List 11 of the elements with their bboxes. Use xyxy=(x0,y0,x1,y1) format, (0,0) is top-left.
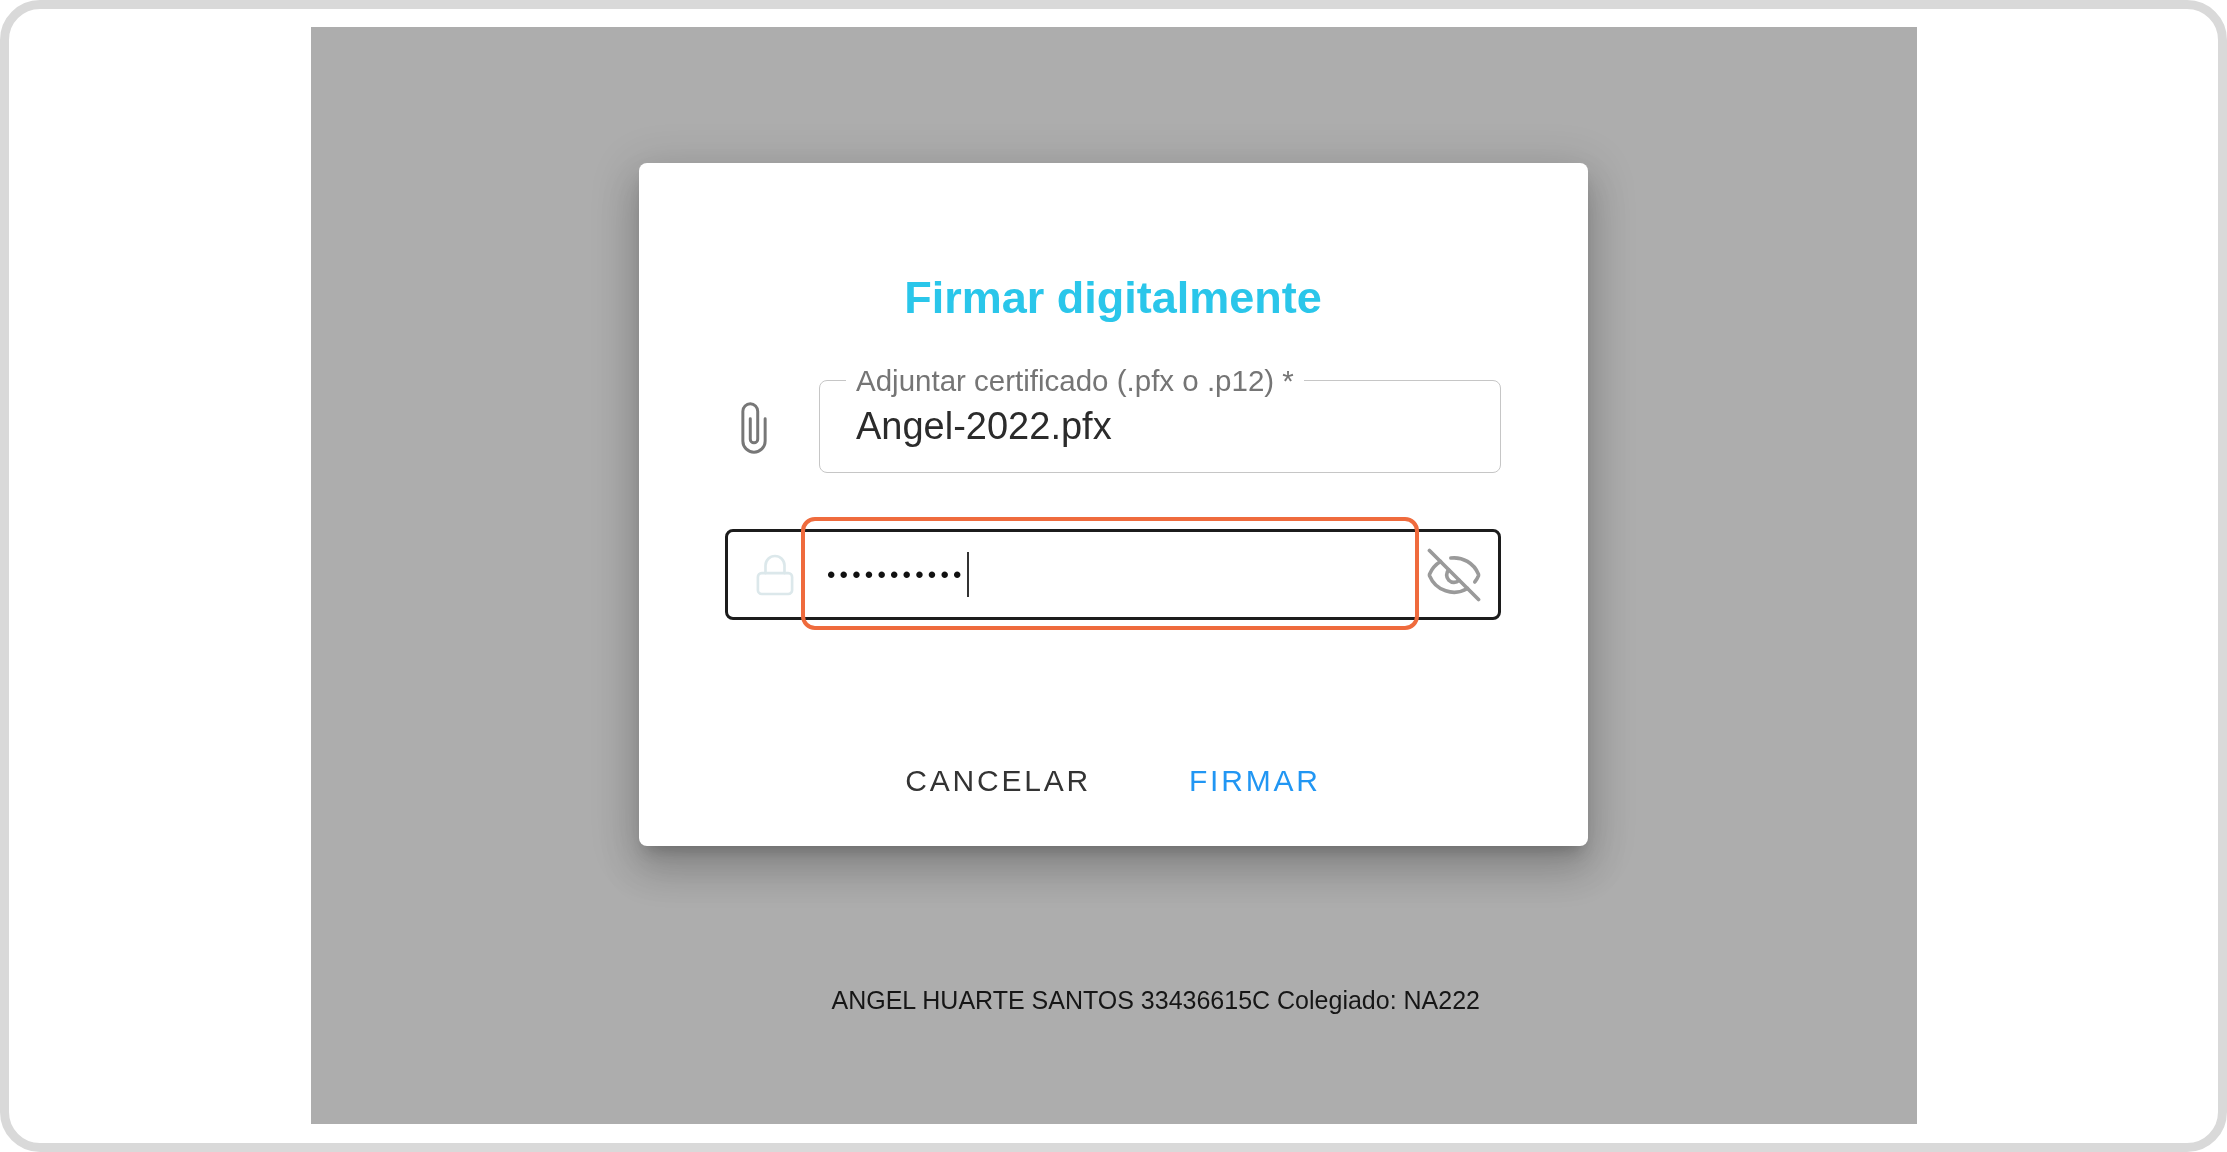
password-value: ••••••••••• xyxy=(827,562,966,587)
toggle-visibility-button[interactable] xyxy=(1426,546,1482,603)
eye-off-icon xyxy=(1427,547,1481,602)
paperclip-icon xyxy=(740,402,768,455)
dialog-title: Firmar digitalmente xyxy=(904,271,1322,325)
text-cursor-icon xyxy=(966,552,969,598)
lock-icon xyxy=(756,553,794,596)
field-value: Angel-2022.pfx xyxy=(856,404,1113,449)
field-label: Adjuntar certificado (.pfx o .p12) * xyxy=(855,363,1295,399)
cancel-button[interactable]: CANCELAR xyxy=(889,753,1107,810)
signer-info-text: ANGEL HUARTE SANTOS 33436615C Colegiado: NA222 xyxy=(831,985,1480,1016)
